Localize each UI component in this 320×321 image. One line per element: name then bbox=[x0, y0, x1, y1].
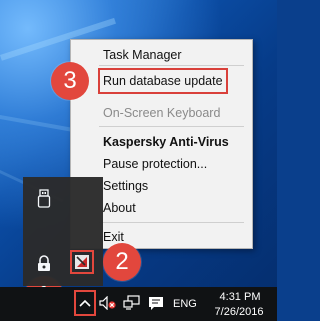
menu-separator bbox=[99, 222, 244, 223]
action-center-icon[interactable] bbox=[146, 293, 166, 313]
menu-item-on-screen-keyboard: On-Screen Keyboard bbox=[103, 106, 221, 120]
menu-item-settings[interactable]: Settings bbox=[103, 179, 148, 193]
network-lock-icon[interactable] bbox=[33, 253, 55, 275]
clock-date[interactable]: 7/26/2016 bbox=[210, 306, 268, 318]
volume-muted-icon[interactable] bbox=[98, 293, 118, 313]
step-badge-3: 3 bbox=[51, 62, 89, 100]
network-icon[interactable] bbox=[122, 293, 142, 313]
menu-item-pause-protection[interactable]: Pause protection... bbox=[103, 157, 207, 171]
menu-separator bbox=[99, 65, 244, 66]
chevron-up-icon bbox=[79, 299, 91, 307]
kaspersky-tray-icon[interactable] bbox=[70, 250, 94, 274]
menu-item-task-manager[interactable]: Task Manager bbox=[103, 48, 182, 62]
menu-item-kaspersky-anti-virus[interactable]: Kaspersky Anti-Virus bbox=[103, 135, 229, 149]
language-indicator[interactable]: ENG bbox=[173, 298, 197, 310]
clock-time[interactable]: 4:31 PM bbox=[213, 291, 267, 303]
step-badge-2: 2 bbox=[103, 243, 141, 281]
usb-device-icon[interactable] bbox=[33, 187, 55, 211]
show-hidden-icons-button[interactable] bbox=[74, 290, 96, 316]
menu-separator bbox=[99, 126, 244, 127]
menu-item-exit[interactable]: Exit bbox=[103, 230, 124, 244]
menu-item-about[interactable]: About bbox=[103, 201, 136, 215]
kaspersky-icon bbox=[75, 255, 89, 269]
highlight-box bbox=[98, 68, 228, 94]
